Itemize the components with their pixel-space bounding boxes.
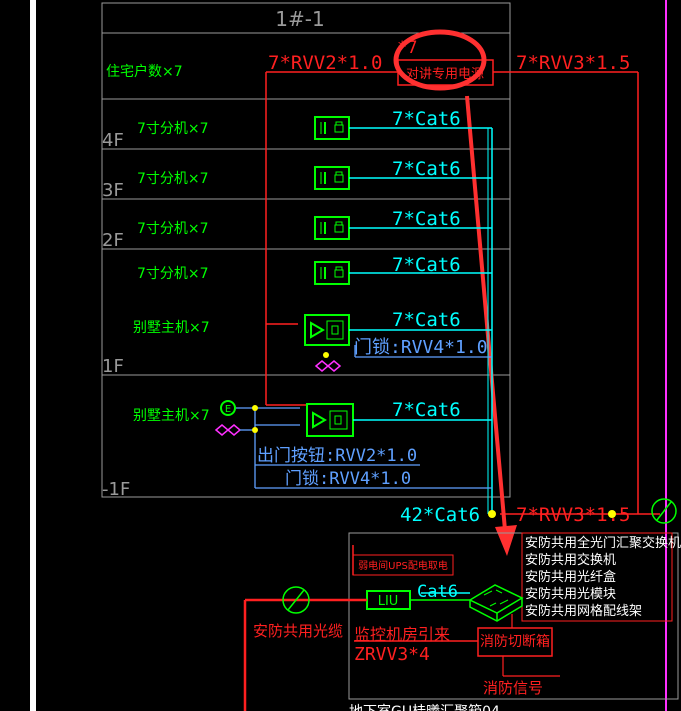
junction-dot <box>252 427 258 433</box>
villa-host-icon <box>304 314 350 346</box>
fire-cutoff-label: 消防切断箱 <box>480 634 550 650</box>
lock-cable-1f: 门锁:RVV4*1.0 <box>354 337 488 358</box>
indoor-unit-icon <box>314 166 350 190</box>
junction-dot <box>323 352 329 358</box>
fiber-marker-icon <box>651 498 677 524</box>
power-cable-right: 7*RVV3*1.5 <box>516 52 630 74</box>
equipment-item: 安防共用全光门汇聚交换机 <box>525 535 681 551</box>
junction-dot <box>488 510 496 518</box>
equipment-item: 安防共用网格配线架 <box>525 603 642 619</box>
equipment-item: 安防共用光模块 <box>525 586 616 602</box>
trunk-label: 42*Cat6 <box>400 504 480 526</box>
device-label-2f: 7寸分机×7 <box>137 221 209 237</box>
floor-label-b1f: -1F <box>102 479 130 500</box>
cat6-label: Cat6 <box>417 582 458 602</box>
equipment-item: 安防共用交换机 <box>525 552 616 568</box>
highlight-arrowhead <box>495 525 517 556</box>
fire-signal-label: 消防信号 <box>483 679 543 697</box>
cable-label-1f: 7*Cat6 <box>392 254 461 276</box>
fiber-label: 安防共用光缆 <box>253 622 343 640</box>
device-label-4f: 7寸分机×7 <box>137 121 209 137</box>
source-cable-label: ZRVV3*4 <box>354 644 430 665</box>
power-cable-mid-right: 7*RVV3*1.5 <box>516 504 630 526</box>
indoor-unit-icon <box>314 261 350 285</box>
floor-label-3f: 3F <box>102 180 124 201</box>
power-wiring <box>265 71 660 575</box>
indoor-unit-icon <box>314 116 350 140</box>
residents-label: 住宅户数×7 <box>106 63 183 80</box>
door-lock-icon <box>314 360 342 372</box>
lock-cable-b1f: 门锁:RVV4*1.0 <box>285 469 411 489</box>
cable-label-3f: 7*Cat6 <box>392 158 461 180</box>
villa-host-label-1f: 别墅主机×7 <box>133 320 210 336</box>
cable-label-4f: 7*Cat6 <box>392 108 461 130</box>
highlight-arrow <box>465 95 507 531</box>
building-title: 1#-1 <box>275 7 324 31</box>
floor-label-4f: 4F <box>102 130 124 151</box>
villa-host-label-b1f: 别墅主机×7 <box>133 408 210 424</box>
cable-label-villa-b1f: 7*Cat6 <box>392 399 461 421</box>
junction-dot <box>252 405 258 411</box>
floor-label-1f: 1F <box>102 356 124 377</box>
exit-button-glyph: E <box>225 404 231 415</box>
villa-host-icon <box>306 403 354 437</box>
equipment-item: 安防共用光纤盒 <box>525 569 616 585</box>
bottom-caption: 地下室GU桂曦汇聚箱04 <box>349 703 500 711</box>
switch-icon <box>468 584 524 622</box>
cable-label-2f: 7*Cat6 <box>392 208 461 230</box>
intercom-diagram: 1#-1 住宅户数×7 4F 3F 2F 1F -1F 7寸分机×7 7寸分机×… <box>30 0 681 711</box>
left-frame-bar <box>30 0 36 711</box>
floor-label-2f: 2F <box>102 230 124 251</box>
ups-label: 弱电间UPS配电取电 <box>358 559 448 572</box>
cable-label-villa-1f: 7*Cat6 <box>392 309 461 331</box>
liu-label: LIU <box>378 594 399 609</box>
device-label-1f: 7寸分机×7 <box>137 266 209 282</box>
indoor-unit-icon <box>314 216 350 240</box>
exit-button-cable: 出门按钮:RVV2*1.0 <box>257 446 417 466</box>
device-label-3f: 7寸分机×7 <box>137 171 209 187</box>
power-cable-left: 7*RVV2*1.0 <box>268 52 382 74</box>
door-lock-icon <box>214 424 242 436</box>
